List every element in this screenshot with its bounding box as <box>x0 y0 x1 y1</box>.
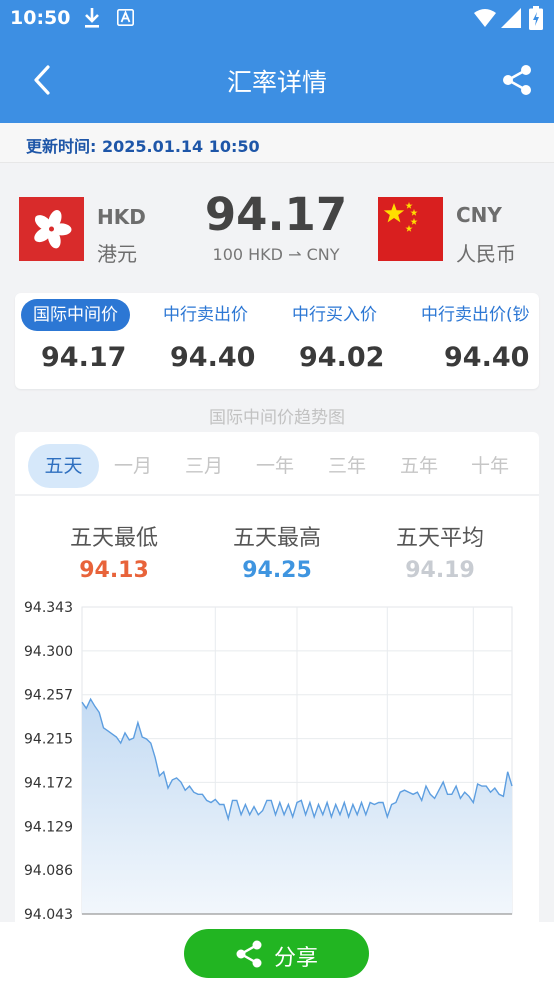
y-tick-label: 94.086 <box>24 863 73 879</box>
status-time: 10:50 <box>10 7 71 29</box>
stat-high-value: 94.25 <box>242 558 312 583</box>
stat-average: 五天平均 94.19 <box>355 520 525 583</box>
tab-five-days[interactable]: 五天 <box>28 444 99 488</box>
share-icon <box>236 940 262 968</box>
tab-one-month[interactable]: 一月 <box>105 444 161 488</box>
trend-title: 国际中间价趋势图 <box>209 408 345 428</box>
cellular-signal-icon <box>501 8 521 28</box>
y-tick-label: 94.300 <box>24 644 73 660</box>
share-button[interactable]: 分享 <box>184 929 369 978</box>
price-item-sell[interactable]: 中行卖出价 94.40 <box>163 293 273 389</box>
period-tabs: 五天 一月 三月 一年 三年 五年 十年 <box>15 432 539 496</box>
tab-ten-years[interactable]: 十年 <box>462 444 518 488</box>
share-icon[interactable] <box>500 63 534 97</box>
app-bar: 汇率详情 <box>0 37 554 123</box>
wifi-icon <box>474 9 496 27</box>
update-time-bar: 更新时间: 2025.01.14 10:50 <box>0 123 554 163</box>
from-currency-code: HKD <box>97 205 146 229</box>
price-value-buy: 94.02 <box>299 342 385 373</box>
y-tick-label: 94.043 <box>24 907 73 923</box>
price-value-sell-cash: 94.40 <box>444 342 530 373</box>
price-label-sell[interactable]: 中行卖出价 <box>163 299 248 331</box>
y-tick-label: 94.257 <box>24 688 73 704</box>
price-label-buy[interactable]: 中行买入价 <box>292 299 377 331</box>
price-label-sell-cash[interactable]: 中行卖出价(钞 <box>421 299 530 331</box>
price-item-buy[interactable]: 中行买入价 94.02 <box>292 293 402 389</box>
stat-low-value: 94.13 <box>79 558 149 583</box>
price-item-sell-cash[interactable]: 中行卖出价(钞 94.40 <box>421 293 539 389</box>
price-value-mid: 94.17 <box>41 342 127 373</box>
tab-one-year[interactable]: 一年 <box>247 444 303 488</box>
y-tick-label: 94.172 <box>24 775 73 791</box>
price-value-sell: 94.40 <box>170 342 256 373</box>
hong-kong-flag-icon <box>19 197 84 261</box>
battery-charging-icon <box>529 6 543 30</box>
y-tick-label: 94.215 <box>24 732 73 748</box>
share-button-label: 分享 <box>274 946 319 971</box>
page-title: 汇率详情 <box>226 68 327 97</box>
chart-card: 五天 一月 三月 一年 三年 五年 十年 五天最低 94.13 五天最高 94.… <box>15 432 539 984</box>
tab-three-months[interactable]: 三月 <box>176 444 232 488</box>
from-currency-name: 港元 <box>97 242 137 266</box>
stat-average-value: 94.19 <box>405 558 475 583</box>
stat-average-label: 五天平均 <box>395 526 484 551</box>
tab-three-years[interactable]: 三年 <box>319 444 375 488</box>
to-currency-name: 人民币 <box>456 242 516 266</box>
stat-high-label: 五天最高 <box>232 526 321 551</box>
price-card: 国际中间价 94.17 中行卖出价 94.40 中行买入价 94.02 中行卖出… <box>15 293 539 389</box>
stat-low: 五天最低 94.13 <box>29 520 199 583</box>
to-currency-code: CNY <box>456 203 502 227</box>
currency-pair: 100 HKD ⇀ CNY <box>212 245 340 264</box>
download-icon <box>85 8 99 28</box>
price-label-mid[interactable]: 国际中间价 <box>21 299 130 331</box>
exchange-rate-value: 94.17 <box>204 188 348 241</box>
rate-header: HKD 港元 94.17 100 HKD ⇀ CNY CNY 人民币 <box>0 163 554 291</box>
china-flag-icon <box>378 197 443 261</box>
y-tick-label: 94.129 <box>24 819 73 835</box>
update-time: 更新时间: 2025.01.14 10:50 <box>26 137 260 156</box>
tab-five-years[interactable]: 五年 <box>391 444 447 488</box>
stat-low-label: 五天最低 <box>69 526 158 551</box>
status-bar: 10:50 <box>0 0 554 37</box>
accessibility-app-icon <box>117 9 134 26</box>
price-item-mid[interactable]: 国际中间价 94.17 <box>21 293 139 389</box>
bottom-bar: 分享 <box>0 922 554 984</box>
stat-high: 五天最高 94.25 <box>192 520 362 583</box>
y-tick-label: 94.343 <box>24 600 73 616</box>
